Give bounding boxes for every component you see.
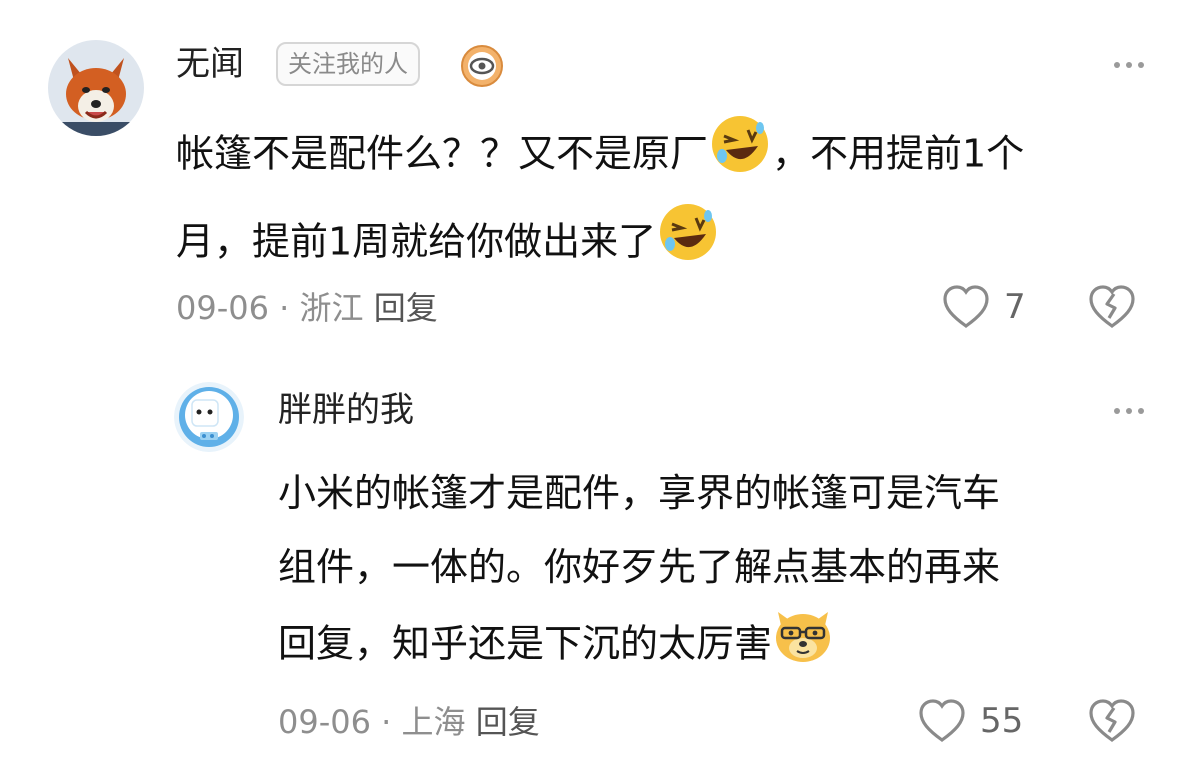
reply-button[interactable]: 回复 bbox=[374, 289, 438, 327]
dislike-button[interactable] bbox=[1088, 698, 1136, 748]
dislike-button[interactable] bbox=[1088, 284, 1136, 334]
comment-location: 上海 bbox=[401, 703, 466, 741]
doge-sunglasses-icon bbox=[772, 604, 834, 688]
comment-date: 09-06 bbox=[278, 703, 371, 741]
comment-text-line: 帐篷不是配件么？？又不是原厂 ，不用提前1个 bbox=[176, 112, 1176, 200]
broken-heart-icon bbox=[1089, 285, 1135, 328]
comment-text-segment: ，不用提前1个 bbox=[772, 131, 1025, 176]
comment-meta: 09-06 · 浙江 回复 bbox=[176, 286, 438, 330]
follower-tag: 关注我的人 bbox=[276, 42, 420, 86]
comment-text-segment: 帐篷不是配件么？？又不是原厂 bbox=[176, 131, 709, 176]
like-count: 55 bbox=[980, 701, 1024, 741]
like-count: 7 bbox=[1004, 287, 1026, 327]
cartoon-avatar-image bbox=[174, 382, 244, 452]
comment-author[interactable]: 无闻 bbox=[176, 40, 244, 88]
comment-text-line: 回复，知乎还是下沉的太厉害 bbox=[278, 604, 1178, 688]
broken-heart-icon bbox=[1089, 699, 1135, 742]
comment-meta: 09-06 · 上海 回复 bbox=[278, 700, 540, 744]
more-options-icon[interactable] bbox=[1114, 62, 1144, 68]
meta-separator: · bbox=[381, 703, 392, 741]
fox-avatar-image bbox=[48, 40, 144, 136]
meta-separator: · bbox=[279, 289, 290, 327]
rolling-on-floor-laughing-icon bbox=[708, 112, 772, 200]
comment-text-line: 月，提前1周就给你做出来了 bbox=[176, 200, 1176, 288]
comment-text: 小米的帐篷才是配件，享界的帐篷可是汽车 组件，一体的。你好歹先了解点基本的再来 … bbox=[278, 456, 1178, 688]
comment-text-segment: 月，提前1周就给你做出来了 bbox=[176, 219, 657, 264]
comment-text: 帐篷不是配件么？？又不是原厂 ，不用提前1个 月，提前1周就给你做出来了 bbox=[176, 112, 1176, 288]
like-button[interactable]: 55 bbox=[918, 698, 1023, 744]
comment-date: 09-06 bbox=[176, 289, 269, 327]
comment-text-segment: 回复，知乎还是下沉的太厉害 bbox=[278, 621, 773, 666]
comment-author[interactable]: 胖胖的我 bbox=[278, 386, 414, 434]
comment-text-line: 组件，一体的。你好歹先了解点基本的再来 bbox=[278, 545, 1001, 589]
rolling-on-floor-laughing-icon bbox=[656, 200, 720, 288]
eye-badge-icon bbox=[460, 44, 504, 88]
comment-text-line: 小米的帐篷才是配件，享界的帐篷可是汽车 bbox=[278, 471, 1001, 515]
avatar[interactable] bbox=[48, 40, 144, 136]
like-button[interactable]: 7 bbox=[942, 284, 1026, 330]
comment-location: 浙江 bbox=[299, 289, 364, 327]
avatar[interactable] bbox=[174, 382, 244, 452]
reply-button[interactable]: 回复 bbox=[476, 703, 540, 741]
more-options-icon[interactable] bbox=[1114, 408, 1144, 414]
heart-icon bbox=[919, 699, 965, 742]
heart-icon bbox=[943, 285, 989, 328]
